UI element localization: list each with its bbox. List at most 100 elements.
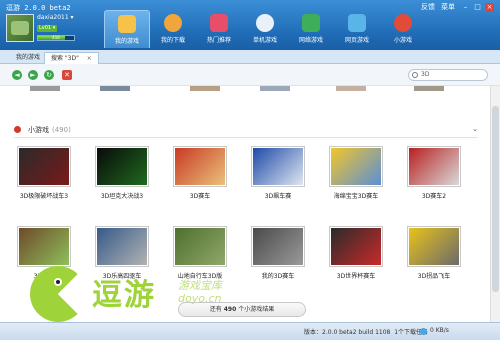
tab-search-3d[interactable]: 搜索 "3D" × (44, 52, 99, 64)
version-text: 版本：2.0.0 beta2 build 1108 (304, 329, 391, 336)
collapse-chevron-icon[interactable]: ⌄ (472, 125, 478, 133)
game-thumbnail[interactable] (173, 146, 227, 187)
search-value: 3D (421, 71, 430, 78)
game-thumbnail[interactable] (407, 146, 461, 187)
location-pin-icon (14, 126, 21, 133)
tab-close-icon[interactable]: × (87, 55, 92, 62)
nav-web-games[interactable]: 网页游戏 (334, 10, 380, 48)
nav-label: 小游戏 (393, 37, 412, 44)
search-input[interactable]: 3D (408, 69, 488, 81)
game-thumbnail[interactable] (95, 146, 149, 187)
game-title[interactable]: 3D极限破坏战车3 (14, 191, 74, 200)
game-card[interactable]: 3D飙车赛 (248, 146, 308, 200)
pacman-logo-icon (30, 266, 86, 322)
tab-label: 搜索 "3D" (51, 55, 79, 62)
game-thumbnail-image (97, 148, 147, 185)
refresh-icon[interactable]: ↻ (44, 70, 54, 80)
search-icon (412, 72, 418, 78)
nav-label: 网页游戏 (344, 37, 369, 44)
tab-label: 我的游戏 (16, 54, 41, 61)
level-badge[interactable]: Lv01 ▾ (37, 25, 58, 32)
game-thumbnail[interactable] (407, 226, 461, 267)
avatar[interactable] (6, 14, 34, 42)
game-card[interactable]: 海绵宝宝3D赛车 (326, 146, 386, 200)
nav-label: 我的游戏 (114, 38, 139, 45)
game-thumbnail[interactable] (251, 226, 305, 267)
window-controls: 反馈 菜单 – □ × (421, 2, 494, 12)
nav-mini-games[interactable]: 小游戏 (380, 10, 426, 48)
section-count: (490) (52, 126, 71, 134)
download-speed: 0 KB/s (430, 327, 449, 334)
game-card[interactable]: 3D赛车 (170, 146, 230, 200)
prev-thumb (30, 86, 60, 91)
game-thumbnail-image (19, 148, 69, 185)
hot-recommend-icon (210, 14, 228, 32)
tab-my-games[interactable]: 我的游戏 (10, 52, 46, 64)
game-card[interactable]: 3D坦克大决战3 (92, 146, 152, 200)
stop-icon[interactable]: ✕ (62, 70, 72, 80)
nav-label: 单机游戏 (252, 37, 277, 44)
scrollbar-thumb[interactable] (492, 106, 499, 292)
game-title[interactable]: 3D赛车2 (404, 191, 464, 200)
game-thumbnail-image (19, 228, 69, 265)
prev-thumb (190, 86, 220, 91)
game-title[interactable]: 3D世界杯赛车 (326, 271, 386, 280)
title-bar: 逗游 2.0.0 beta2 反馈 菜单 – □ × daxia2011 ▾ L… (0, 0, 500, 50)
logo-eye (54, 278, 62, 286)
forward-icon[interactable]: ► (28, 70, 38, 80)
game-title[interactable]: 3D拐品飞车 (404, 271, 464, 280)
game-card[interactable]: 3D极限破坏战车3 (14, 146, 74, 200)
game-card[interactable]: 3D世界杯赛车 (326, 226, 386, 280)
back-icon[interactable]: ◄ (12, 70, 22, 80)
nav-my-games[interactable]: 我的游戏 (104, 10, 150, 48)
section-header-mini-games: 小游戏 (490) ⌄ (14, 124, 478, 138)
nav-my-downloads[interactable]: 我的下载 (150, 10, 196, 48)
game-thumbnail-image (331, 228, 381, 265)
game-thumbnail[interactable] (251, 146, 305, 187)
download-gear-icon (164, 14, 182, 32)
scrollbar[interactable] (490, 86, 500, 322)
game-thumbnail[interactable] (17, 146, 71, 187)
menu-link[interactable]: 菜单 (441, 2, 455, 12)
prev-thumb (414, 86, 444, 91)
section-title: 小游戏 (490) (28, 125, 71, 135)
game-thumbnail[interactable] (95, 226, 149, 267)
game-title[interactable]: 3D坦克大决战3 (92, 191, 152, 200)
prev-thumb (260, 86, 290, 91)
game-title[interactable]: 3D飙车赛 (248, 191, 308, 200)
game-title[interactable]: 海绵宝宝3D赛车 (326, 191, 386, 200)
nav-online-games[interactable]: 网络游戏 (288, 10, 334, 48)
joystick-icon (394, 14, 412, 32)
section-title-text: 小游戏 (28, 126, 49, 134)
game-card[interactable]: 3D拐品飞车 (404, 226, 464, 280)
game-thumbnail[interactable] (173, 226, 227, 267)
minimize-icon[interactable]: – (461, 3, 470, 12)
username[interactable]: daxia2011 ▾ (37, 14, 74, 21)
game-thumbnail[interactable] (17, 226, 71, 267)
nav-single-player[interactable]: 单机游戏 (242, 10, 288, 48)
xp-bar: 416 (37, 35, 75, 41)
game-thumbnail-image (175, 148, 225, 185)
app-title: 逗游 2.0.0 beta2 (6, 4, 71, 12)
prev-thumb (100, 86, 130, 91)
game-title[interactable]: 3D赛车 (170, 191, 230, 200)
game-thumbnail[interactable] (329, 146, 383, 187)
close-icon[interactable]: × (485, 2, 494, 12)
nav-hot-recommend[interactable]: 热门推荐 (196, 10, 242, 48)
game-thumbnail-image (253, 228, 303, 265)
controller-icon (256, 14, 274, 32)
user-panel: daxia2011 ▾ Lv01 ▾ 416 (6, 13, 76, 47)
game-thumbnail[interactable] (329, 226, 383, 267)
online-game-icon (302, 14, 320, 32)
previous-results-strip (0, 86, 490, 92)
game-thumbnail-image (409, 148, 459, 185)
logo-subtitle: 游戏宝库 (178, 279, 222, 292)
xp-value: 416 (52, 35, 60, 40)
game-card[interactable]: 3D赛车2 (404, 146, 464, 200)
main-nav: 我的游戏 我的下载 热门推荐 单机游戏 网络游戏 网页游戏 小游戏 (104, 10, 426, 48)
nav-label: 热门推荐 (206, 37, 231, 44)
game-thumbnail-image (175, 228, 225, 265)
maximize-icon[interactable]: □ (473, 3, 482, 12)
toolbar: ◄ ► ↻ ✕ 3D (0, 64, 500, 86)
game-thumbnail-image (253, 148, 303, 185)
